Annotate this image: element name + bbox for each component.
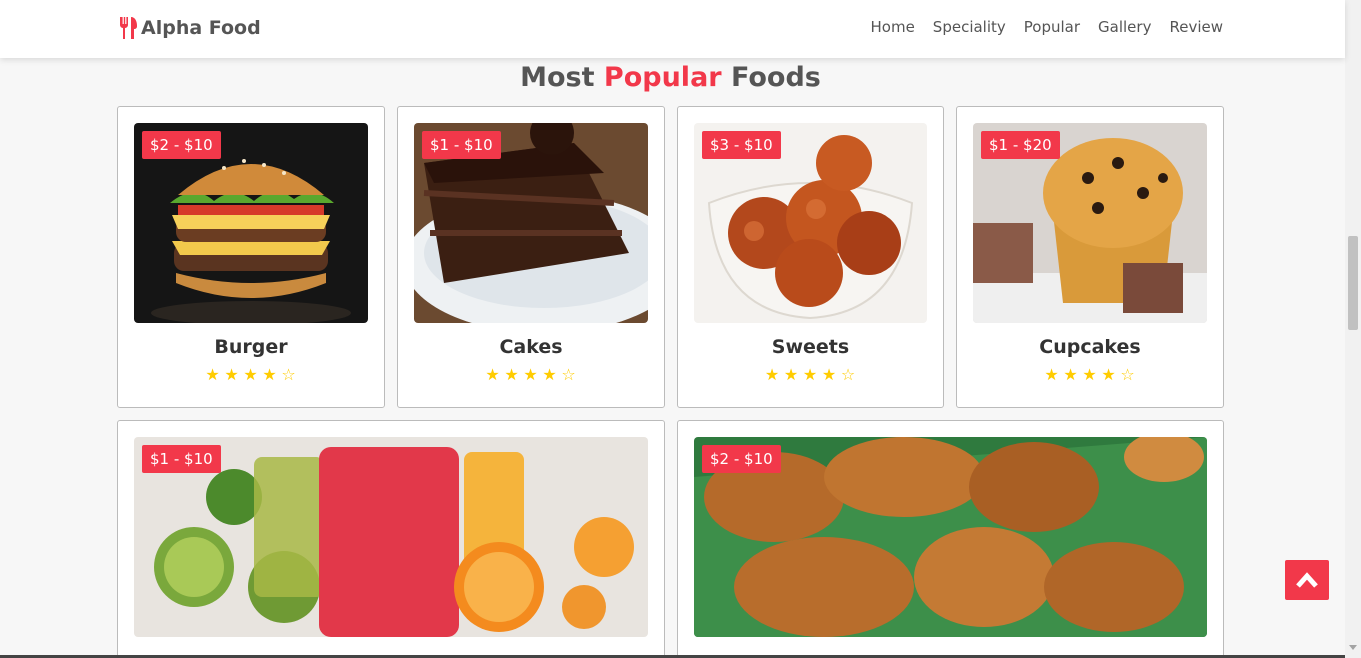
star-full-icon: ★ (504, 365, 520, 384)
price-badge: $1 - $10 (422, 131, 501, 159)
food-name: Sweets (771, 336, 850, 358)
star-full-icon: ★ (485, 365, 501, 384)
star-empty-icon: ☆ (840, 365, 857, 384)
star-full-icon: ★ (1063, 365, 1079, 384)
price-badge: $2 - $10 (702, 445, 781, 473)
nav-link-home[interactable]: Home (871, 18, 915, 36)
nav-link-speciality[interactable]: Speciality (933, 18, 1006, 36)
utensils-icon (120, 17, 137, 39)
nav-link-review[interactable]: Review (1169, 18, 1223, 36)
food-card-burger[interactable]: $2 - $10 Burger ★ ★ ★ ★ ☆ (117, 106, 385, 408)
star-empty-icon: ☆ (561, 365, 577, 384)
food-image-drinks: $1 - $10 (134, 437, 648, 637)
food-card-sweets[interactable]: $3 - $10 Sweets ★ ★ ★ ★ ☆ (677, 106, 944, 408)
scrollbar-thumb[interactable] (1348, 236, 1358, 330)
price-badge: $1 - $20 (981, 131, 1060, 159)
star-full-icon: ★ (542, 365, 558, 384)
star-full-icon: ★ (783, 365, 800, 384)
rating-stars: ★ ★ ★ ★ ☆ (118, 365, 384, 384)
chevron-up-icon (1296, 572, 1318, 588)
star-empty-icon: ☆ (281, 365, 297, 384)
star-full-icon: ★ (243, 365, 259, 384)
page-scrollbar[interactable] (1345, 0, 1361, 658)
heading-part1: Most (520, 62, 604, 93)
food-name: Cupcakes (1039, 336, 1141, 358)
scroll-down-arrow-icon[interactable] (1349, 645, 1357, 650)
brand-logo[interactable]: Alpha Food (117, 16, 261, 40)
star-full-icon: ★ (523, 365, 539, 384)
star-full-icon: ★ (262, 365, 278, 384)
rating-stars: ★ ★ ★ ★ ☆ (398, 365, 664, 384)
food-name: Cakes (499, 336, 563, 358)
section-heading: Most Popular Foods (0, 62, 1341, 93)
brand-name: Alpha Food (141, 17, 261, 39)
nav-links: Home Speciality Popular Gallery Review (871, 18, 1224, 36)
food-card-chicken[interactable]: $2 - $10 (677, 420, 1224, 658)
food-image-cakes: $1 - $10 (414, 123, 648, 323)
star-full-icon: ★ (1044, 365, 1060, 384)
food-name: Burger (214, 336, 288, 358)
star-empty-icon: ☆ (1120, 365, 1136, 384)
food-image-burger: $2 - $10 (134, 123, 368, 323)
scroll-top-button[interactable] (1285, 560, 1329, 600)
food-image-chicken: $2 - $10 (694, 437, 1207, 637)
price-badge: $1 - $10 (142, 445, 221, 473)
rating-stars: ★ ★ ★ ★ ☆ (957, 365, 1223, 384)
price-badge: $3 - $10 (702, 131, 781, 159)
star-full-icon: ★ (205, 365, 221, 384)
food-image-sweets: $3 - $10 (694, 123, 927, 323)
heading-accent: Popular (603, 62, 722, 93)
star-full-icon: ★ (224, 365, 240, 384)
heading-part2: Foods (721, 62, 821, 93)
rating-stars: ★ ★ ★ ★ ☆ (678, 365, 943, 384)
food-card-cakes[interactable]: $1 - $10 Cakes ★ ★ ★ ★ ☆ (397, 106, 665, 408)
food-image-cupcakes: $1 - $20 (973, 123, 1207, 323)
food-card-cupcakes[interactable]: $1 - $20 Cupcakes ★ ★ ★ ★ ☆ (956, 106, 1224, 408)
price-badge: $2 - $10 (142, 131, 221, 159)
star-full-icon: ★ (1082, 365, 1098, 384)
star-full-icon: ★ (821, 365, 838, 384)
nav-link-popular[interactable]: Popular (1024, 18, 1080, 36)
star-full-icon: ★ (802, 365, 819, 384)
navbar: Alpha Food Home Speciality Popular Galle… (0, 0, 1345, 58)
star-full-icon: ★ (764, 365, 781, 384)
nav-link-gallery[interactable]: Gallery (1098, 18, 1151, 36)
star-full-icon: ★ (1101, 365, 1117, 384)
food-card-drinks[interactable]: $1 - $10 (117, 420, 665, 658)
